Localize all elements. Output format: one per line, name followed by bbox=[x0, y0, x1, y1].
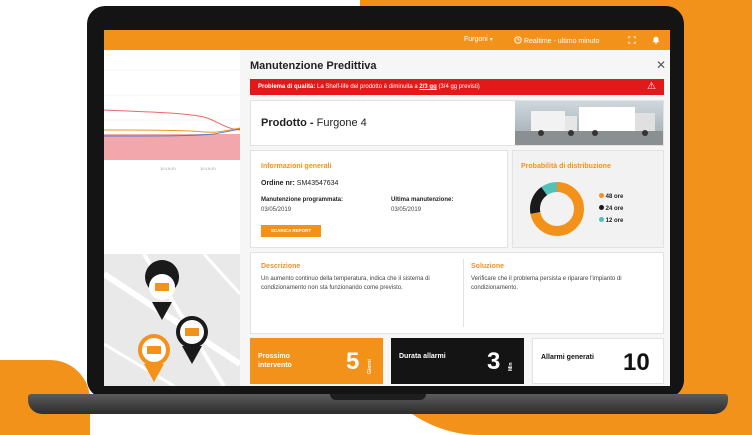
clock-icon bbox=[514, 36, 522, 44]
scheduled-maintenance-label: Manutenzione programmata: bbox=[261, 197, 344, 203]
distribution-probability-card: Probabilità di distribuzione 48 ore 24 o… bbox=[512, 150, 664, 248]
map-pin-icon[interactable] bbox=[176, 316, 208, 364]
alert-text: La Shelf-life del prodotto è diminuita a bbox=[317, 84, 418, 90]
alarm-band bbox=[104, 134, 240, 160]
solution-text: Verificare che il problema persista e ri… bbox=[471, 276, 622, 291]
alert-suffix: (3/4 gg previsti) bbox=[438, 84, 480, 90]
map-pin-icon[interactable] bbox=[145, 260, 180, 320]
legend-swatch bbox=[599, 193, 604, 198]
x-tick-label: 10:19:20 bbox=[160, 166, 176, 171]
truck-icon bbox=[185, 328, 199, 336]
scheduled-maintenance-value: 03/05/2019 bbox=[261, 207, 292, 213]
tile-label: Durata allarmi bbox=[399, 353, 446, 360]
tile-value: 10 bbox=[623, 349, 650, 376]
order-value: SM43547634 bbox=[296, 180, 339, 187]
alert-prefix: Problema di qualità: bbox=[258, 84, 316, 90]
legend-item: 24 ore bbox=[599, 203, 623, 215]
vehicle-map[interactable] bbox=[104, 254, 240, 386]
product-label: Prodotto bbox=[261, 117, 307, 129]
distribution-legend: 48 ore 24 ore 12 ore bbox=[599, 191, 623, 227]
last-maintenance-label: Ultima manutenzione: bbox=[391, 197, 454, 203]
description-solution-card: Descrizione Un aumento continuo della te… bbox=[250, 252, 664, 334]
legend-item: 12 ore bbox=[599, 215, 623, 227]
download-report-button[interactable]: SCARICA REPORT bbox=[261, 225, 321, 237]
description-heading: Descrizione bbox=[261, 263, 301, 270]
general-info-card: Informazioni generali Ordine nr: SM43547… bbox=[250, 150, 508, 248]
tile-label: Allarmi generati bbox=[541, 354, 594, 361]
fullscreen-icon[interactable] bbox=[628, 36, 636, 44]
legend-swatch bbox=[599, 217, 604, 222]
legend-item: 48 ore bbox=[599, 191, 623, 203]
legend-swatch bbox=[599, 205, 604, 210]
distribution-heading: Probabilità di distribuzione bbox=[521, 163, 611, 170]
alarm-duration-tile: Durata allarmi 3 Min bbox=[391, 338, 524, 384]
truck-photo-svg bbox=[515, 107, 663, 145]
generated-alarms-tile: Allarmi generati 10 bbox=[532, 338, 664, 384]
temperature-line-chart: 10:19:20 10:19:20 bbox=[104, 50, 241, 180]
map-svg bbox=[104, 254, 240, 386]
chevron-down-icon: ▾ bbox=[489, 37, 493, 43]
truck-photo bbox=[515, 101, 663, 145]
realtime-label: Realtime - ultimo minuto bbox=[523, 38, 600, 45]
realtime-selector[interactable]: Realtime - ultimo minuto bbox=[514, 36, 599, 45]
distribution-donut-chart bbox=[530, 182, 584, 236]
alert-value: 2/3 gg bbox=[419, 84, 437, 90]
modal-title: Manutenzione Predittiva bbox=[250, 60, 377, 72]
quality-alert-banner: Problema di qualità: La Shelf-life del p… bbox=[250, 79, 664, 95]
truck-icon bbox=[155, 283, 169, 291]
tile-value: 3 bbox=[487, 348, 501, 375]
next-intervention-tile: Prossimo intervento 5 Giorni bbox=[250, 338, 383, 384]
description-text: Un aumento continuo della temperatura, i… bbox=[261, 276, 430, 291]
order-label: Ordine nr: bbox=[261, 180, 295, 187]
dashboard-left-panel: 10:19:20 10:19:20 bbox=[104, 50, 241, 386]
series-line bbox=[104, 127, 241, 133]
general-info-heading: Informazioni generali bbox=[261, 163, 332, 170]
tile-label: Prossimo intervento bbox=[258, 353, 292, 369]
product-separator: - bbox=[309, 117, 314, 129]
map-pin-icon-selected[interactable] bbox=[138, 334, 170, 382]
top-bar: Furgoni ▾ Realtime - ultimo minuto bbox=[104, 30, 670, 50]
app-screen: Furgoni ▾ Realtime - ultimo minuto 10:19… bbox=[104, 30, 670, 386]
laptop-base-notch bbox=[330, 394, 426, 400]
predictive-maintenance-modal: Manutenzione Predittiva ✕ Problema di qu… bbox=[240, 50, 670, 386]
divider bbox=[463, 259, 464, 327]
product-header-card: Prodotto - Furgone 4 bbox=[250, 100, 664, 146]
tile-unit: Min bbox=[508, 362, 514, 371]
vehicle-filter-dropdown[interactable]: Furgoni ▾ bbox=[464, 36, 493, 43]
truck-icon bbox=[147, 346, 161, 354]
vehicle-filter-label: Furgoni bbox=[464, 36, 488, 43]
legend-label: 48 ore bbox=[605, 194, 624, 200]
x-tick-label: 10:19:20 bbox=[200, 166, 216, 171]
product-name: Furgone 4 bbox=[316, 117, 367, 129]
last-maintenance-value: 03/05/2019 bbox=[391, 207, 422, 213]
line-chart-svg: 10:19:20 10:19:20 bbox=[104, 69, 241, 171]
legend-label: 24 ore bbox=[605, 206, 624, 212]
tile-value: 5 bbox=[346, 348, 360, 375]
close-icon[interactable]: ✕ bbox=[656, 58, 666, 72]
bell-icon[interactable] bbox=[652, 35, 660, 44]
solution-heading: Soluzione bbox=[471, 263, 505, 270]
warning-icon: ⚠ bbox=[647, 81, 656, 92]
tile-unit: Giorni bbox=[367, 359, 373, 374]
legend-label: 12 ore bbox=[605, 218, 624, 224]
